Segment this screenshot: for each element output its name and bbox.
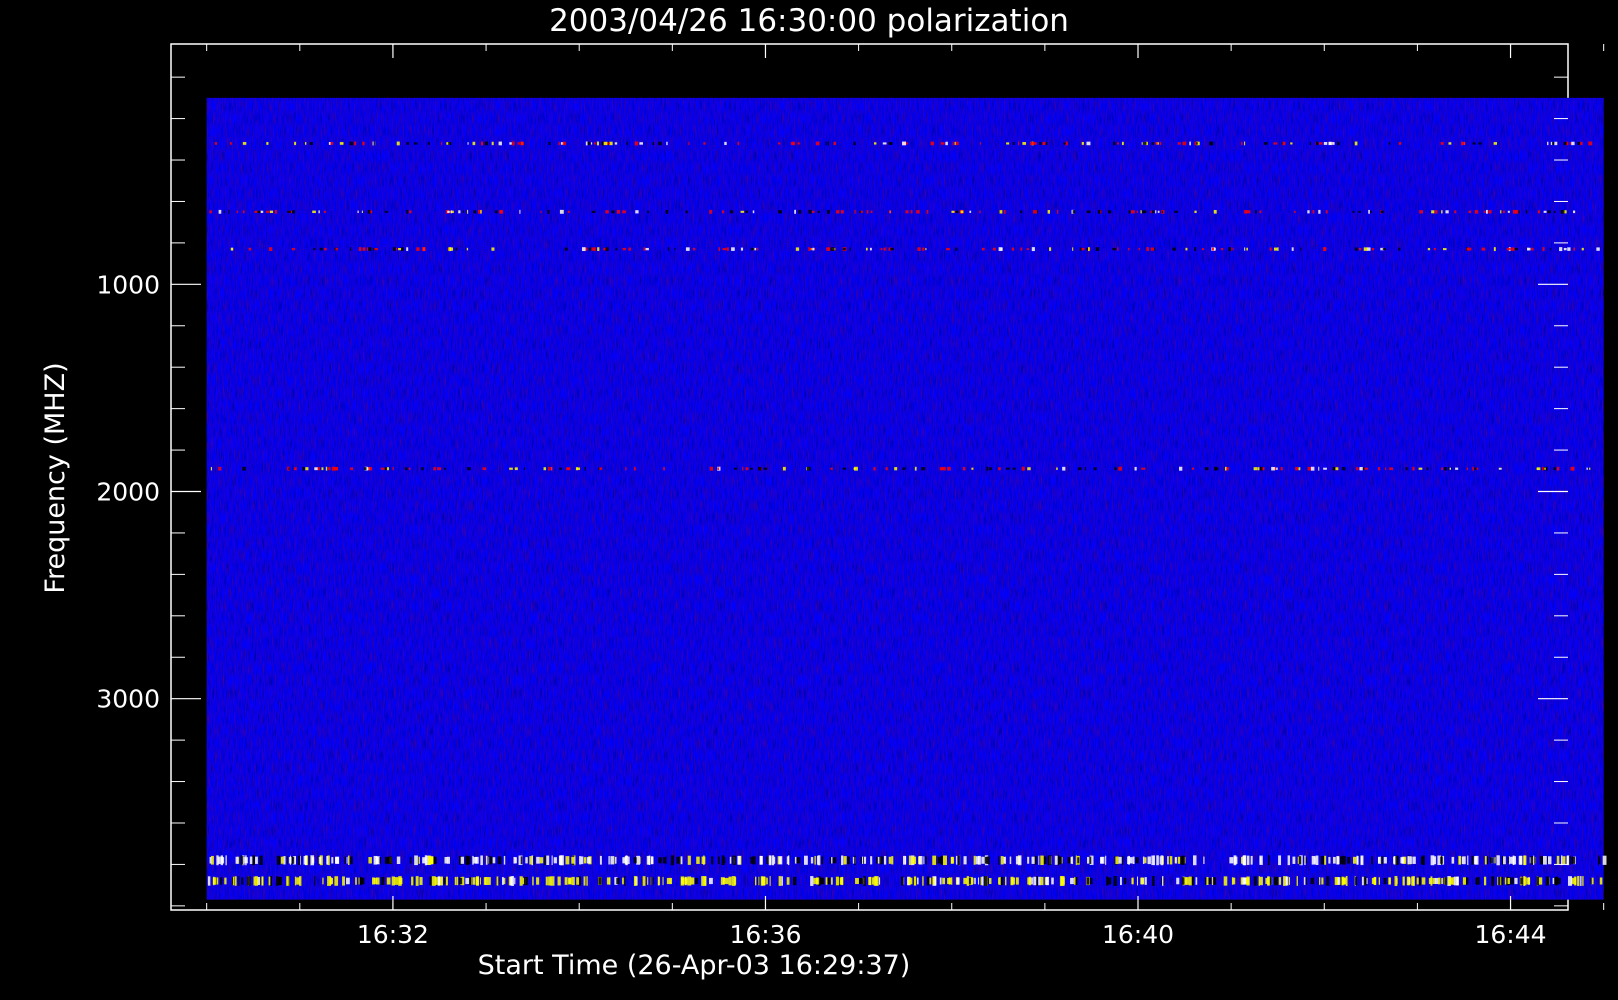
x-tick-label: 16:40 <box>1102 920 1174 949</box>
spectrogram-image <box>206 97 1607 900</box>
x-tick-label: 16:36 <box>729 920 801 949</box>
y-tick-label: 3000 <box>96 685 160 714</box>
y-axis-label: Frequency (MHZ) <box>40 362 71 593</box>
spectrogram-noise <box>206 97 1604 900</box>
y-tick-label: 2000 <box>96 478 160 507</box>
x-tick-label: 16:32 <box>357 920 429 949</box>
y-tick-label: 1000 <box>96 270 160 299</box>
x-axis-label: Start Time (26-Apr-03 16:29:37) <box>478 950 911 981</box>
polarization-spectrogram-chart: 2003/04/26 16:30:00 polarization 16:32 16… <box>40 3 1607 981</box>
x-tick-label: 16:44 <box>1475 920 1547 949</box>
chart-title: 2003/04/26 16:30:00 polarization <box>549 3 1069 39</box>
